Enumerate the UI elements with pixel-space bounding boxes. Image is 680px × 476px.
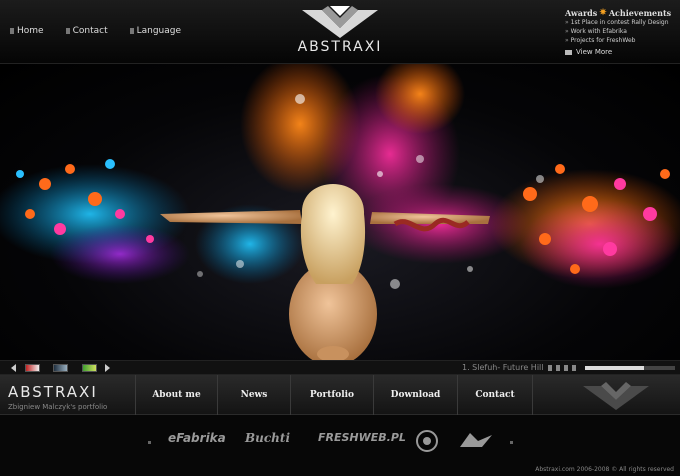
- next-arrow-icon[interactable]: [105, 364, 110, 372]
- view-more-link[interactable]: View More: [565, 48, 677, 56]
- copyright: Abstraxi.com 2006-2008 © All rights rese…: [535, 466, 674, 473]
- award-item[interactable]: » Work with Efabrika: [565, 27, 677, 36]
- slide-thumbnail[interactable]: [53, 364, 68, 372]
- slide-thumbnail[interactable]: [82, 364, 97, 372]
- prev-arrow-icon[interactable]: [11, 364, 16, 372]
- bullet-icon: »: [565, 37, 569, 44]
- header: Home Contact Language ABSTRAXI Awards ✷ …: [0, 0, 680, 64]
- bullet-icon: [129, 28, 134, 34]
- main-nav: ABSTRAXI Zbigniew Malczyk's portfolio Ab…: [0, 375, 680, 415]
- top-nav-language[interactable]: Language: [129, 26, 182, 36]
- bullet-icon: [65, 28, 70, 34]
- top-nav-contact[interactable]: Contact: [65, 26, 108, 36]
- brand-name[interactable]: ABSTRAXI: [8, 383, 98, 401]
- logo-mark-icon: [583, 382, 649, 410]
- awards-title: Awards ✷ Achievements: [565, 8, 677, 18]
- dot-icon: [148, 441, 151, 444]
- view-more-icon: [565, 49, 572, 55]
- bullet-icon: »: [565, 19, 569, 26]
- nav-news[interactable]: News: [217, 375, 290, 415]
- logo-mark-icon: [302, 6, 378, 38]
- view-more-label: View More: [576, 48, 613, 56]
- slider-bar: 1. Slefuh- Future Hill: [0, 360, 680, 375]
- award-item[interactable]: » Projects for FreshWeb: [565, 36, 677, 45]
- nav-contact[interactable]: Contact: [457, 375, 533, 415]
- glow-purple-left: [50, 224, 190, 284]
- slide-progress-fill: [585, 366, 644, 370]
- nav-portfolio[interactable]: Portfolio: [290, 375, 373, 415]
- partner-badge-icon[interactable]: [415, 429, 439, 453]
- awards-panel: Awards ✷ Achievements » 1st Place in cont…: [565, 8, 677, 56]
- award-item[interactable]: » 1st Place in contest Rally Design: [565, 18, 677, 27]
- slide-thumbnail[interactable]: [25, 364, 40, 372]
- next-slide-icon[interactable]: [572, 365, 576, 371]
- pause-icon[interactable]: [548, 365, 552, 371]
- dot-icon: [510, 441, 513, 444]
- top-nav: Home Contact Language: [10, 26, 181, 36]
- slide-progress-bar[interactable]: [585, 366, 675, 370]
- star-icon: ✷: [599, 8, 607, 18]
- partner-swoosh-icon[interactable]: [458, 431, 496, 449]
- brand-subtitle: Zbigniew Malczyk's portfolio: [8, 403, 108, 411]
- nav-download[interactable]: Download: [373, 375, 457, 415]
- award-label: 1st Place in contest Rally Design: [570, 19, 669, 26]
- nav-label: Contact: [475, 390, 515, 400]
- partners-bar: eFabrika Buchti FRESHWEB.PL Abstraxi.com…: [0, 415, 680, 476]
- top-nav-label: Language: [136, 26, 182, 36]
- bullet-icon: [10, 28, 14, 34]
- top-nav-label: Contact: [72, 26, 108, 36]
- prev-slide-icon[interactable]: [564, 365, 568, 371]
- site-logo[interactable]: ABSTRAXI: [270, 4, 410, 60]
- logo-text: ABSTRAXI: [297, 39, 383, 55]
- awards-title-part: Achievements: [608, 8, 672, 18]
- stop-icon[interactable]: [556, 365, 560, 371]
- top-nav-home[interactable]: Home: [10, 26, 44, 36]
- hero-artwork: [0, 64, 680, 360]
- bullet-icon: »: [565, 28, 569, 35]
- slide-caption: 1. Slefuh- Future Hill: [462, 363, 544, 372]
- nav-label: Portfolio: [309, 390, 355, 400]
- partner-efabrika[interactable]: eFabrika: [168, 431, 226, 445]
- nav-label: Download: [390, 390, 441, 400]
- award-label: Projects for FreshWeb: [570, 37, 636, 44]
- top-nav-label: Home: [17, 26, 44, 36]
- award-label: Work with Efabrika: [570, 28, 627, 35]
- nav-label: About me: [152, 390, 201, 400]
- hero-illustration: [0, 64, 680, 360]
- awards-title-part: Awards: [565, 8, 598, 18]
- partner-freshweb[interactable]: FRESHWEB.PL: [318, 431, 406, 444]
- nav-label: News: [240, 390, 268, 400]
- partner-buchti[interactable]: Buchti: [245, 431, 290, 445]
- nav-about-me[interactable]: About me: [135, 375, 217, 415]
